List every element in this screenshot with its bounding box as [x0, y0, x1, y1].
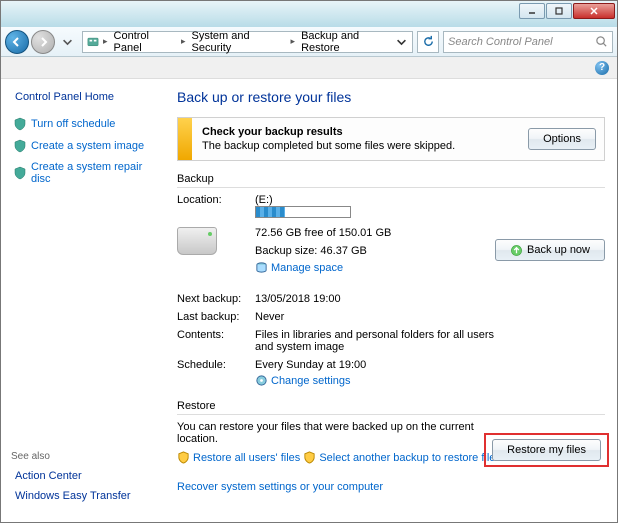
- settings-icon: [255, 374, 268, 387]
- search-icon: [595, 35, 608, 48]
- back-up-now-button[interactable]: Back up now: [495, 239, 605, 261]
- change-settings-link[interactable]: Change settings: [255, 374, 351, 387]
- see-also-label: See also: [11, 451, 131, 462]
- options-button[interactable]: Options: [528, 128, 596, 150]
- drive-letter: (E:): [255, 194, 505, 206]
- breadcrumb-item[interactable]: System and Security: [190, 30, 287, 54]
- drive-icon: [177, 227, 217, 255]
- shield-icon: [177, 451, 190, 464]
- shield-icon: [13, 166, 27, 180]
- sidebar-link-create-repair-disc[interactable]: Create a system repair disc: [9, 161, 163, 185]
- page-title: Back up or restore your files: [177, 89, 605, 105]
- sidebar-link-label: Turn off schedule: [31, 118, 115, 130]
- shield-icon: [13, 139, 27, 153]
- sidebar-link-turn-off-schedule[interactable]: Turn off schedule: [9, 117, 163, 131]
- back-button[interactable]: [5, 30, 29, 54]
- refresh-button[interactable]: [417, 31, 439, 53]
- backup-size: Backup size: 46.37 GB: [255, 245, 505, 257]
- breadcrumb-item[interactable]: Backup and Restore: [299, 30, 395, 54]
- row-label: Last backup:: [177, 311, 255, 323]
- content-pane: Back up or restore your files Check your…: [171, 79, 617, 522]
- row-label: Contents:: [177, 329, 255, 353]
- alert-accent-bar: [178, 118, 192, 160]
- toolbar: ?: [1, 57, 617, 79]
- backup-results-alert: Check your backup results The backup com…: [177, 117, 605, 161]
- window-titlebar: [1, 1, 617, 27]
- alert-body: The backup completed but some files were…: [202, 140, 518, 152]
- row-value: Files in libraries and personal folders …: [255, 329, 605, 353]
- backup-icon: [510, 244, 523, 257]
- breadcrumb-item[interactable]: Control Panel: [112, 30, 177, 54]
- help-icon[interactable]: ?: [595, 61, 609, 75]
- alert-title: Check your backup results: [202, 126, 518, 138]
- shield-icon: [13, 117, 27, 131]
- chevron-down-icon[interactable]: [395, 35, 408, 48]
- free-space: 72.56 GB free of 150.01 GB: [255, 227, 505, 239]
- dropdown-history-icon[interactable]: [61, 35, 74, 48]
- maximize-button[interactable]: [546, 3, 572, 19]
- highlight-box: Restore my files: [484, 433, 609, 467]
- chevron-right-icon: ▸: [291, 36, 296, 47]
- recover-system-link[interactable]: Recover system settings or your computer: [177, 481, 383, 493]
- control-panel-icon: [87, 35, 99, 48]
- chevron-right-icon: ▸: [181, 36, 186, 47]
- chevron-right-icon: ▸: [103, 36, 108, 47]
- row-label: Schedule:: [177, 359, 255, 390]
- control-panel-home-link[interactable]: Control Panel Home: [9, 91, 163, 103]
- sidebar-link-label: Create a system repair disc: [31, 161, 163, 185]
- minimize-button[interactable]: [519, 3, 545, 19]
- search-input[interactable]: Search Control Panel: [443, 31, 613, 53]
- location-label: Location:: [177, 194, 255, 221]
- restore-section-title: Restore: [177, 400, 605, 415]
- row-value: 13/05/2018 19:00: [255, 293, 605, 305]
- restore-my-files-button[interactable]: Restore my files: [492, 439, 601, 461]
- forward-button[interactable]: [31, 30, 55, 54]
- row-value: Every Sunday at 19:00: [255, 359, 505, 371]
- sidebar: Control Panel Home Turn off schedule Cre…: [1, 79, 171, 522]
- sidebar-link-action-center[interactable]: Action Center: [11, 470, 131, 482]
- space-progress: [255, 206, 351, 218]
- nav-bar: ▸ Control Panel ▸ System and Security ▸ …: [1, 27, 617, 57]
- sidebar-link-create-system-image[interactable]: Create a system image: [9, 139, 163, 153]
- search-placeholder: Search Control Panel: [448, 36, 553, 48]
- close-button[interactable]: [573, 3, 615, 19]
- sidebar-link-easy-transfer[interactable]: Windows Easy Transfer: [11, 490, 131, 502]
- row-value: Never: [255, 311, 605, 323]
- breadcrumb[interactable]: ▸ Control Panel ▸ System and Security ▸ …: [82, 31, 413, 53]
- backup-section-title: Backup: [177, 173, 605, 188]
- sidebar-link-label: Create a system image: [31, 140, 144, 152]
- restore-all-users-link[interactable]: Restore all users' files: [177, 451, 300, 464]
- row-label: Next backup:: [177, 293, 255, 305]
- shield-icon: [303, 451, 316, 464]
- manage-space-link[interactable]: Manage space: [255, 261, 343, 274]
- disk-icon: [255, 261, 268, 274]
